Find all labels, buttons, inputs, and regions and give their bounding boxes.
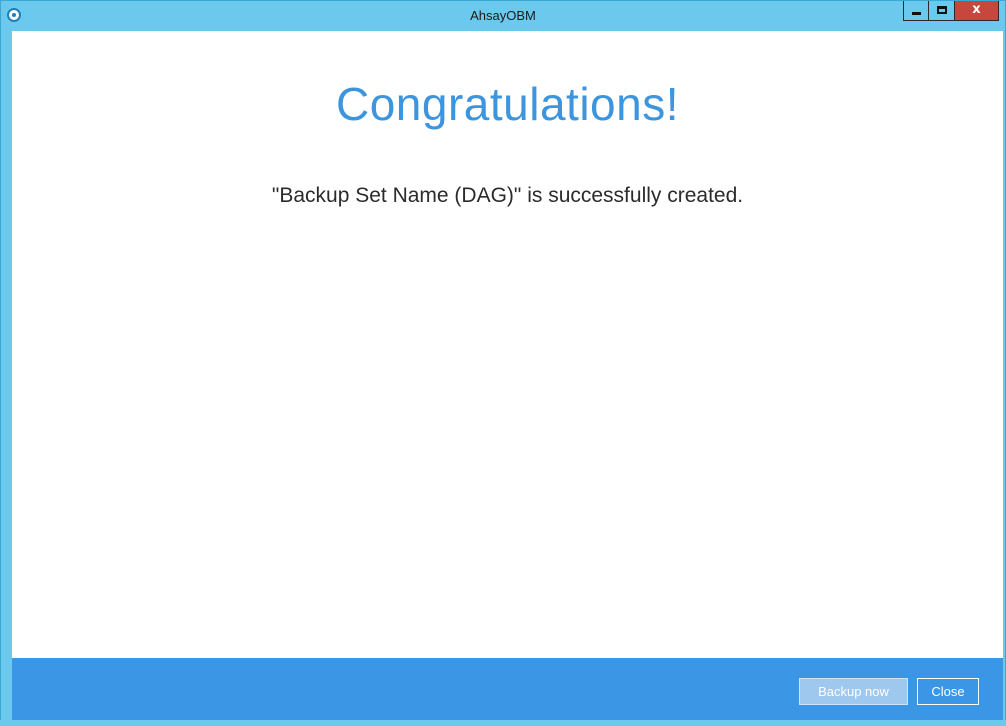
title-bar[interactable]: AhsayOBM x xyxy=(1,1,1005,31)
close-window-button[interactable]: x xyxy=(955,1,999,21)
close-button[interactable]: Close xyxy=(917,678,979,705)
minimize-button[interactable] xyxy=(903,1,929,21)
footer-bar: Backup now Close xyxy=(12,658,1003,721)
minimize-icon xyxy=(912,12,921,15)
main-content: Congratulations! "Backup Set Name (DAG)"… xyxy=(12,31,1003,658)
window-controls: x xyxy=(903,1,999,23)
window-title: AhsayOBM xyxy=(470,8,536,23)
app-window: AhsayOBM x Congratulations! "Backup Set … xyxy=(0,0,1006,726)
maximize-button[interactable] xyxy=(929,1,955,21)
congratulations-heading: Congratulations! xyxy=(336,78,679,130)
close-icon: x xyxy=(972,2,981,17)
backup-now-button[interactable]: Backup now xyxy=(799,678,908,705)
success-message: "Backup Set Name (DAG)" is successfully … xyxy=(271,184,744,207)
maximize-icon xyxy=(937,6,947,14)
window-bottom-border xyxy=(0,720,1006,726)
